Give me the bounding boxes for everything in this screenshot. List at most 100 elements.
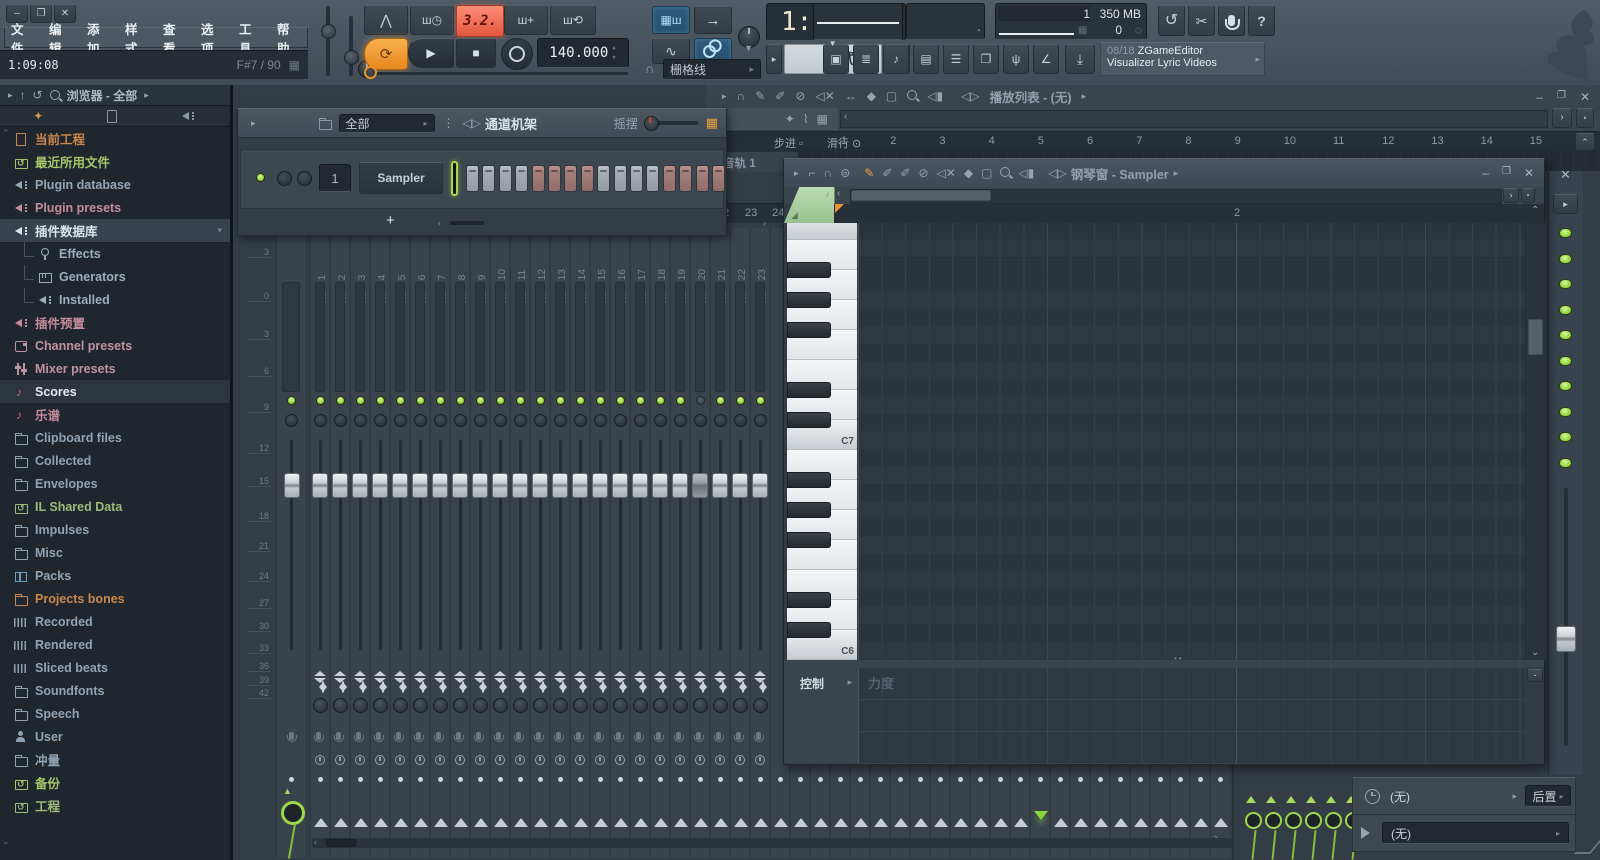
strip-leftright-arrows[interactable] xyxy=(413,681,424,693)
mixer-strip-insert-8[interactable]: 插入 8 xyxy=(450,228,469,858)
strip-fader-track[interactable] xyxy=(559,440,562,650)
strip-stereo-knob[interactable] xyxy=(453,698,468,713)
playlist-stop-button[interactable]: ▪ xyxy=(1576,108,1594,128)
strip-fader-handle[interactable] xyxy=(512,473,528,498)
channel-button[interactable]: Sampler xyxy=(359,162,443,194)
strip-led[interactable] xyxy=(616,396,625,405)
control-label[interactable]: 控制 xyxy=(800,675,824,692)
strip-led[interactable] xyxy=(336,396,345,405)
strip-updown-arrows[interactable] xyxy=(654,665,666,676)
delay-value[interactable]: (无) xyxy=(1390,788,1410,805)
piano-key-black[interactable] xyxy=(787,622,831,638)
strip-updown-arrows[interactable] xyxy=(734,665,746,676)
piano-key-white[interactable] xyxy=(787,223,857,240)
playlist-title[interactable]: 播放列表 - (无) xyxy=(990,87,1072,106)
strip-fader-handle[interactable] xyxy=(752,473,768,498)
mute-tool-icon[interactable]: ◁✕ xyxy=(815,90,834,102)
pr-scroll-up-icon[interactable]: ⌃ xyxy=(1531,206,1539,216)
browser-item-10[interactable]: Mixer presets xyxy=(0,357,230,380)
strip-route-arrow[interactable] xyxy=(674,811,688,827)
strip-dot[interactable] xyxy=(718,777,723,782)
strip-leftright-arrows[interactable] xyxy=(373,681,384,693)
strip-dot[interactable] xyxy=(1218,777,1223,782)
strip-led[interactable] xyxy=(396,396,405,405)
strip-route-arrow[interactable] xyxy=(534,811,548,827)
browser-header[interactable]: ▸ ↑ ↺ 浏览器 - 全部 ▸ xyxy=(0,85,230,106)
strip-dot[interactable] xyxy=(1078,777,1083,782)
browser-item-27[interactable]: 冲量 xyxy=(0,748,230,771)
playlist-button[interactable]: ▣▼ xyxy=(823,44,849,74)
strip-dot[interactable] xyxy=(618,777,623,782)
strip-fader-handle[interactable] xyxy=(432,473,448,498)
playlist-h-scrollbar[interactable]: ‹ xyxy=(840,110,1548,128)
strip-leftright-arrows[interactable] xyxy=(573,681,584,693)
step-button-2[interactable] xyxy=(482,165,495,192)
strip-fader-track[interactable] xyxy=(399,440,402,650)
strip-fader-track[interactable] xyxy=(379,440,382,650)
strip-updown-arrows[interactable] xyxy=(594,665,606,676)
strip-dot[interactable] xyxy=(458,777,463,782)
strip-dot[interactable] xyxy=(778,777,783,782)
strip-led[interactable] xyxy=(287,396,296,405)
step-button-5[interactable] xyxy=(532,165,545,192)
strip-stereo-knob[interactable] xyxy=(673,698,688,713)
select-tool-icon[interactable]: ▢ xyxy=(981,167,992,179)
strip-route-arrow[interactable] xyxy=(554,811,568,827)
mixer-strip-insert-23[interactable]: 插入 23 xyxy=(750,228,769,858)
strip-dot[interactable] xyxy=(698,777,703,782)
download-content-button[interactable]: ⤓ xyxy=(1065,44,1095,74)
dry-wet-handle[interactable] xyxy=(1556,626,1576,652)
piano-key-black[interactable] xyxy=(787,532,831,548)
strip-fader-handle[interactable] xyxy=(572,473,588,498)
strip-route-arrow[interactable] xyxy=(814,811,828,827)
paint-tool-icon[interactable]: ✐ xyxy=(882,167,892,179)
browser-item-17[interactable]: Impulses xyxy=(0,518,230,541)
strip-fader-handle[interactable] xyxy=(712,473,728,498)
strip-pan-knob[interactable] xyxy=(494,414,507,427)
project-picker-button[interactable]: ❐ xyxy=(973,44,999,74)
browser-item-11[interactable]: Scores xyxy=(0,380,230,403)
strip-dot[interactable] xyxy=(438,777,443,782)
strip-updown-arrows[interactable] xyxy=(474,665,486,676)
strip-leftright-arrows[interactable] xyxy=(533,681,544,693)
strip-updown-arrows[interactable] xyxy=(394,665,406,676)
pr-lane-minimize-button[interactable]: - xyxy=(1527,669,1543,682)
add-channel-button[interactable]: + xyxy=(386,212,395,229)
strip-dot[interactable] xyxy=(578,777,583,782)
fx-slot-led-7[interactable] xyxy=(1559,381,1572,391)
strip-route-arrow[interactable] xyxy=(874,811,888,827)
strip-updown-arrows[interactable] xyxy=(754,665,766,676)
tab-files[interactable] xyxy=(77,106,154,126)
piano-key-black[interactable] xyxy=(787,592,831,608)
channel-target-selector[interactable]: 1 xyxy=(319,164,351,192)
master-volume-handle[interactable] xyxy=(321,24,336,39)
strip-pan-knob[interactable] xyxy=(285,414,298,427)
strip-fader-handle[interactable] xyxy=(612,473,628,498)
strip-stereo-knob[interactable] xyxy=(553,698,568,713)
strip-route-arrow[interactable] xyxy=(694,811,708,827)
mixer-strip-insert-1[interactable]: 插入 1 xyxy=(310,228,329,858)
mixer-strip-master[interactable]: 主控 xyxy=(276,228,306,858)
channel-filter-selector[interactable]: 全部▸ xyxy=(339,114,435,133)
tempo-display[interactable]: 140.000▴▾ xyxy=(537,38,629,68)
close-icon[interactable]: ✕ xyxy=(1524,166,1534,180)
strip-led[interactable] xyxy=(536,396,545,405)
strip-updown-arrows[interactable] xyxy=(494,665,506,676)
strip-fader-track[interactable] xyxy=(759,440,762,650)
strip-route-arrow[interactable] xyxy=(734,811,748,827)
strip-pan-knob[interactable] xyxy=(534,414,547,427)
strip-dot[interactable] xyxy=(998,777,1003,782)
strip-dot[interactable] xyxy=(1018,777,1023,782)
mixer-strip-insert-10[interactable]: 插入 10 xyxy=(490,228,509,858)
strip-leftright-arrows[interactable] xyxy=(493,681,504,693)
strip-led[interactable] xyxy=(656,396,665,405)
strip-dot[interactable] xyxy=(818,777,823,782)
strip-dot[interactable] xyxy=(838,777,843,782)
strip-updown-arrows[interactable] xyxy=(674,665,686,676)
expand-icon[interactable]: ▸ xyxy=(8,91,13,100)
strip-route-arrow[interactable] xyxy=(434,811,448,827)
dry-wet-slider[interactable] xyxy=(1564,488,1568,746)
strip-dot[interactable] xyxy=(518,777,523,782)
strip-fader-handle[interactable] xyxy=(692,473,708,498)
strip-dot[interactable] xyxy=(738,777,743,782)
